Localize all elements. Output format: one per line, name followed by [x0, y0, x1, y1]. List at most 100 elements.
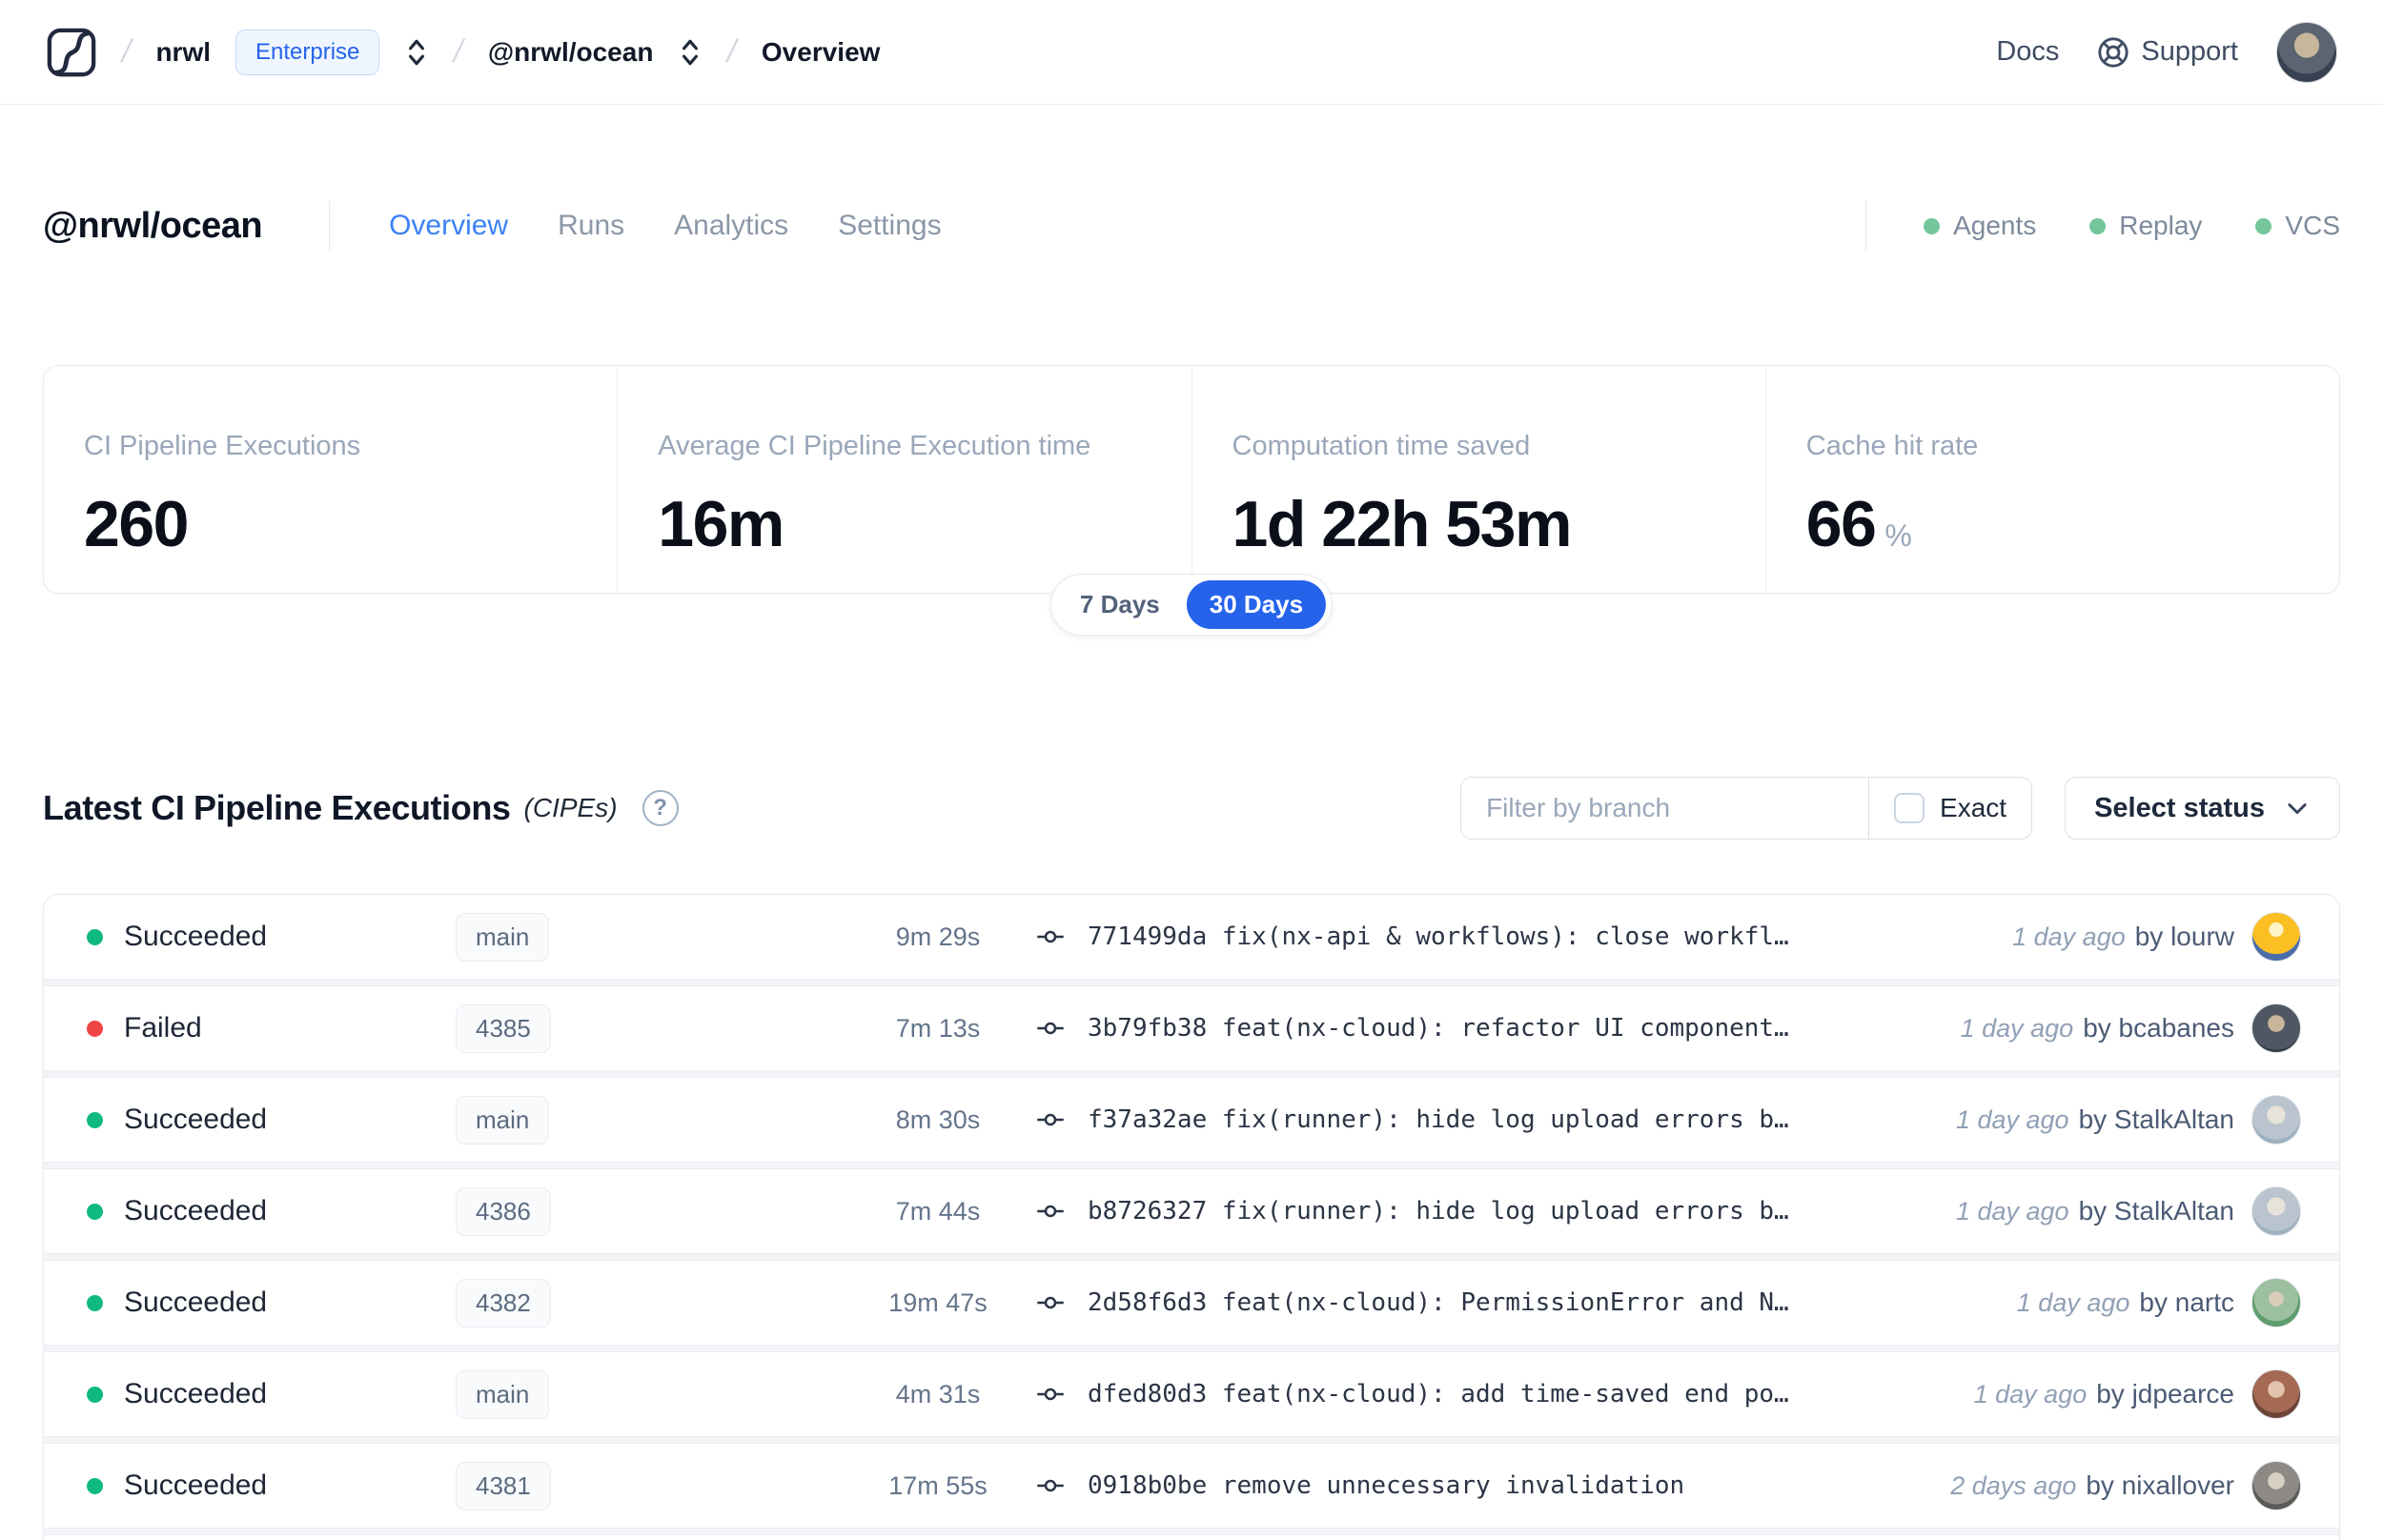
- tab-overview[interactable]: Overview: [389, 210, 508, 242]
- workspace-header: @nrwl/ocean Overview Runs Analytics Sett…: [43, 192, 2340, 259]
- relative-time: 1 day ago: [2012, 922, 2126, 951]
- author: by jdpearce: [2096, 1379, 2234, 1408]
- branch-filter-input[interactable]: [1461, 778, 1869, 839]
- range-7-days-button[interactable]: 7 Days: [1057, 580, 1183, 629]
- branch-badge[interactable]: main: [456, 1095, 550, 1145]
- branch-badge[interactable]: 4381: [456, 1461, 551, 1510]
- support-link[interactable]: Support: [2097, 36, 2238, 69]
- user-avatar[interactable]: [2276, 21, 2337, 83]
- status-label: Failed: [124, 1012, 202, 1044]
- tab-runs[interactable]: Runs: [558, 210, 624, 242]
- stat-value: 260: [84, 488, 189, 560]
- author: by nixallover: [2086, 1470, 2234, 1500]
- table-row[interactable]: Succeeded 4382 19m 47s 2d58f6d3 feat(nx-…: [44, 1261, 2339, 1345]
- duration: 19m 47s: [888, 1287, 988, 1317]
- plan-badge: Enterprise: [235, 29, 380, 75]
- relative-time: 1 day ago: [1960, 1014, 2074, 1043]
- stat-average-execution-time: Average CI Pipeline Execution time 16m: [617, 366, 1191, 593]
- stats-card-row: CI Pipeline Executions 260 Average CI Pi…: [43, 365, 2340, 636]
- online-dot-icon: [2255, 217, 2272, 234]
- replay-label: Replay: [2119, 211, 2203, 240]
- branch-badge[interactable]: main: [456, 912, 550, 962]
- row-divider: [44, 1345, 2339, 1352]
- commit-message[interactable]: 3b79fb38 feat(nx-cloud): refactor UI com…: [1088, 1014, 1789, 1043]
- page-title: @nrwl/ocean: [43, 205, 263, 246]
- commit-icon: [1037, 1022, 1064, 1035]
- row-divider: [44, 1253, 2339, 1261]
- tab-settings[interactable]: Settings: [838, 210, 941, 242]
- stat-ci-pipeline-executions: CI Pipeline Executions 260: [44, 366, 617, 593]
- table-row[interactable]: Succeeded main 4m 31s dfed80d3 feat(nx-c…: [44, 1352, 2339, 1436]
- divider: [1865, 201, 1867, 251]
- duration: 4m 31s: [895, 1379, 981, 1408]
- stat-value: 16m: [658, 488, 784, 560]
- stat-computation-time-saved: Computation time saved 1d 22h 53m: [1191, 366, 1765, 593]
- docs-link[interactable]: Docs: [1996, 36, 2059, 68]
- nx-cloud-logo-icon[interactable]: [46, 27, 97, 78]
- table-row[interactable]: Succeeded 4381 17m 55s 0918b0be remove u…: [44, 1444, 2339, 1528]
- exact-label: Exact: [1940, 793, 2007, 822]
- branch-badge[interactable]: main: [456, 1369, 550, 1419]
- branch-badge[interactable]: 4386: [456, 1186, 551, 1236]
- tab-analytics[interactable]: Analytics: [674, 210, 788, 242]
- branch-badge[interactable]: 4385: [456, 1003, 551, 1053]
- stat-cache-hit-rate: Cache hit rate 66%: [1764, 366, 2339, 593]
- status-dot-icon: [87, 1477, 103, 1494]
- replay-status[interactable]: Replay: [2089, 211, 2202, 241]
- exact-checkbox[interactable]: [1894, 793, 1925, 823]
- status-select-dropdown[interactable]: Select status: [2065, 777, 2340, 840]
- commit-message[interactable]: 0918b0be remove unnecessary invalidation: [1088, 1471, 1684, 1500]
- exact-filter: Exact: [1868, 778, 2031, 839]
- workspace-name[interactable]: @nrwl/ocean: [488, 37, 654, 68]
- section-title: Latest CI Pipeline Executions: [43, 788, 511, 827]
- commit-icon: [1037, 1205, 1064, 1218]
- author-avatar: [2251, 912, 2301, 962]
- table-row[interactable]: Succeeded main 9m 29s 771499da fix(nx-ap…: [44, 895, 2339, 979]
- stat-label: Average CI Pipeline Execution time: [658, 431, 1091, 461]
- status-dot-icon: [87, 1386, 103, 1403]
- row-divider: [44, 979, 2339, 986]
- stat-label: CI Pipeline Executions: [84, 431, 361, 461]
- org-name[interactable]: nrwl: [155, 37, 211, 68]
- stat-value: 1d 22h 53m: [1232, 488, 1573, 560]
- author-avatar: [2251, 1461, 2301, 1510]
- vcs-status[interactable]: VCS: [2255, 211, 2340, 241]
- table-row[interactable]: Succeeded main 8m 30s f37a32ae fix(runne…: [44, 1078, 2339, 1162]
- commit-message[interactable]: f37a32ae fix(runner): hide log upload er…: [1088, 1105, 1789, 1134]
- status-dot-icon: [87, 1111, 103, 1128]
- section-title-suffix: (CIPEs): [523, 793, 618, 822]
- agents-status[interactable]: Agents: [1924, 211, 2036, 241]
- divider: [329, 201, 331, 251]
- vcs-label: VCS: [2285, 211, 2340, 240]
- table-row[interactable]: Succeeded 4386 7m 44s b8726327 fix(runne…: [44, 1169, 2339, 1253]
- workspace-tabs: Overview Runs Analytics Settings: [389, 210, 942, 242]
- commit-message[interactable]: 2d58f6d3 feat(nx-cloud): PermissionError…: [1088, 1288, 1789, 1317]
- author: by bcabanes: [2083, 1013, 2234, 1043]
- duration: 17m 55s: [888, 1470, 988, 1500]
- top-navigation: / nrwl Enterprise / @nrwl/ocean / Overvi…: [0, 0, 2383, 105]
- commit-message[interactable]: b8726327 fix(runner): hide log upload er…: [1088, 1197, 1789, 1226]
- author-avatar: [2251, 1186, 2301, 1236]
- commit-icon: [1037, 1479, 1064, 1492]
- relative-time: 1 day ago: [1955, 1105, 2069, 1134]
- stat-label: Cache hit rate: [1805, 431, 1979, 461]
- branch-badge[interactable]: 4382: [456, 1278, 551, 1327]
- status-label: Succeeded: [124, 1287, 268, 1318]
- breadcrumb: / nrwl Enterprise / @nrwl/ocean / Overvi…: [46, 27, 880, 78]
- breadcrumb-separator: /: [118, 33, 135, 70]
- feature-status-indicators: Agents Replay VCS: [1924, 211, 2340, 241]
- workspace-switcher-chevrons-icon[interactable]: [678, 36, 703, 69]
- status-label: Succeeded: [124, 1104, 268, 1135]
- author: by StalkAltan: [2078, 1104, 2234, 1134]
- org-switcher-chevrons-icon[interactable]: [404, 36, 429, 69]
- percent-suffix: %: [1884, 518, 1912, 553]
- life-buoy-icon: [2098, 36, 2129, 68]
- commit-message[interactable]: dfed80d3 feat(nx-cloud): add time-saved …: [1088, 1380, 1789, 1408]
- table-row[interactable]: Failed 4385 7m 13s 3b79fb38 feat(nx-clou…: [44, 986, 2339, 1070]
- help-icon[interactable]: ?: [642, 790, 679, 826]
- duration: 9m 29s: [895, 922, 981, 951]
- duration: 7m 13s: [895, 1013, 981, 1043]
- range-30-days-button[interactable]: 30 Days: [1186, 580, 1327, 629]
- row-divider: [44, 1070, 2339, 1078]
- commit-message[interactable]: 771499da fix(nx-api & workflows): close …: [1088, 922, 1789, 951]
